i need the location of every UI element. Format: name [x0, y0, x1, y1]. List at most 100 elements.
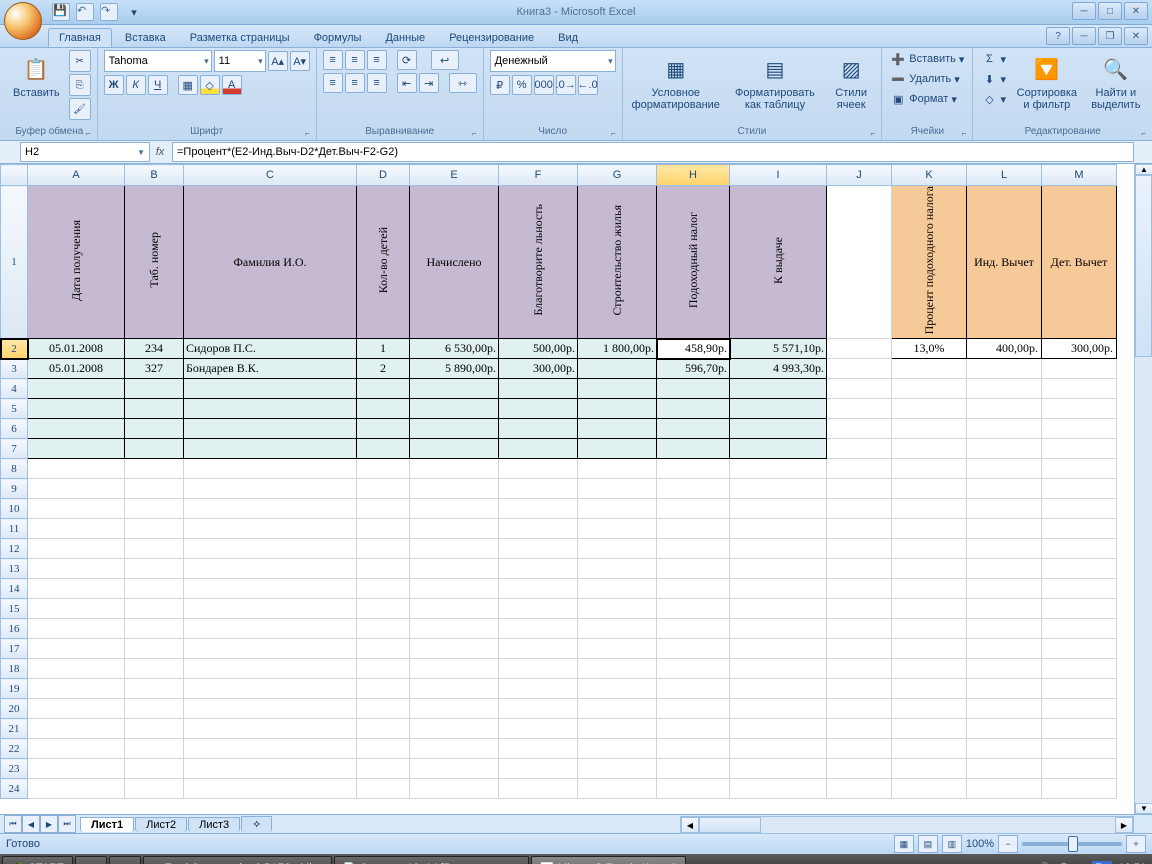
next-sheet-button[interactable]: ▶	[40, 815, 58, 833]
cell-G11[interactable]	[578, 519, 657, 539]
taskbar-item-2[interactable]: 📄 Задание 13, 14 [Режим огран…	[334, 856, 530, 864]
cell-B14[interactable]	[125, 579, 184, 599]
cell-H24[interactable]	[657, 779, 730, 799]
cell-C5[interactable]	[184, 399, 357, 419]
cell-C19[interactable]	[184, 679, 357, 699]
cell-D19[interactable]	[357, 679, 410, 699]
cell-J13[interactable]	[827, 559, 892, 579]
cell-J20[interactable]	[827, 699, 892, 719]
cell-E10[interactable]	[410, 499, 499, 519]
cell-E12[interactable]	[410, 539, 499, 559]
row-header-17[interactable]: 17	[1, 639, 28, 659]
cell-L16[interactable]	[967, 619, 1042, 639]
cell-B2[interactable]: 234	[125, 339, 184, 359]
cell-G8[interactable]	[578, 459, 657, 479]
cell-C13[interactable]	[184, 559, 357, 579]
cell-B22[interactable]	[125, 739, 184, 759]
decrease-decimal-button[interactable]: ←.0	[578, 75, 598, 95]
cell-F10[interactable]	[499, 499, 578, 519]
col-header-G[interactable]: G	[578, 165, 657, 186]
cell-E8[interactable]	[410, 459, 499, 479]
cell-M8[interactable]	[1042, 459, 1117, 479]
cell-G16[interactable]	[578, 619, 657, 639]
bold-button[interactable]: Ж	[104, 75, 124, 95]
cell-F19[interactable]	[499, 679, 578, 699]
cell-L2[interactable]: 400,00р.	[967, 339, 1042, 359]
cell-F17[interactable]	[499, 639, 578, 659]
cell-B17[interactable]	[125, 639, 184, 659]
col-header-K[interactable]: K	[892, 165, 967, 186]
cell-D12[interactable]	[357, 539, 410, 559]
cell-D22[interactable]	[357, 739, 410, 759]
cell-L19[interactable]	[967, 679, 1042, 699]
cell-F9[interactable]	[499, 479, 578, 499]
cell-H18[interactable]	[657, 659, 730, 679]
cell-D16[interactable]	[357, 619, 410, 639]
conditional-formatting-button[interactable]: ▦Условное форматирование	[629, 50, 723, 114]
cell-B6[interactable]	[125, 419, 184, 439]
cell-D21[interactable]	[357, 719, 410, 739]
paste-button[interactable]: 📋 Вставить	[8, 50, 65, 102]
save-icon[interactable]: 💾	[52, 3, 70, 21]
cell-E4[interactable]	[410, 379, 499, 399]
cell-M9[interactable]	[1042, 479, 1117, 499]
cell-E9[interactable]	[410, 479, 499, 499]
merge-center-button[interactable]: ⇿	[449, 73, 477, 93]
cell-J8[interactable]	[827, 459, 892, 479]
row-header-3[interactable]: 3	[1, 359, 28, 379]
col-header-A[interactable]: A	[28, 165, 125, 186]
cell-A22[interactable]	[28, 739, 125, 759]
zoom-slider[interactable]	[1022, 842, 1122, 846]
cell-F18[interactable]	[499, 659, 578, 679]
cell-H20[interactable]	[657, 699, 730, 719]
cell-B18[interactable]	[125, 659, 184, 679]
cell-M11[interactable]	[1042, 519, 1117, 539]
prev-sheet-button[interactable]: ◀	[22, 815, 40, 833]
cell-H14[interactable]	[657, 579, 730, 599]
cell-L22[interactable]	[967, 739, 1042, 759]
row-header-24[interactable]: 24	[1, 779, 28, 799]
cell-J14[interactable]	[827, 579, 892, 599]
cell-A5[interactable]	[28, 399, 125, 419]
cell-C24[interactable]	[184, 779, 357, 799]
row-header-2[interactable]: 2	[1, 339, 28, 359]
cell-J21[interactable]	[827, 719, 892, 739]
cell-D23[interactable]	[357, 759, 410, 779]
tab-page-layout[interactable]: Разметка страницы	[179, 28, 301, 47]
cell-A12[interactable]	[28, 539, 125, 559]
cell-H12[interactable]	[657, 539, 730, 559]
cell-B15[interactable]	[125, 599, 184, 619]
cell-J15[interactable]	[827, 599, 892, 619]
cell-J18[interactable]	[827, 659, 892, 679]
cell-B19[interactable]	[125, 679, 184, 699]
zoom-out-button[interactable]: −	[998, 835, 1018, 853]
doc-restore-button[interactable]: ❐	[1098, 27, 1122, 45]
cell-A16[interactable]	[28, 619, 125, 639]
last-sheet-button[interactable]: ⏭	[58, 815, 76, 833]
cell-F20[interactable]	[499, 699, 578, 719]
align-right-button[interactable]: ≡	[367, 73, 387, 93]
cell-B5[interactable]	[125, 399, 184, 419]
cell-K22[interactable]	[892, 739, 967, 759]
cell-B10[interactable]	[125, 499, 184, 519]
row-header-8[interactable]: 8	[1, 459, 28, 479]
cell-A6[interactable]	[28, 419, 125, 439]
cell-J9[interactable]	[827, 479, 892, 499]
zoom-in-button[interactable]: +	[1126, 835, 1146, 853]
cell-A23[interactable]	[28, 759, 125, 779]
cell-B12[interactable]	[125, 539, 184, 559]
cell-C23[interactable]	[184, 759, 357, 779]
cell-C17[interactable]	[184, 639, 357, 659]
cell-B11[interactable]	[125, 519, 184, 539]
align-bottom-button[interactable]: ≡	[367, 50, 387, 70]
col-header-H[interactable]: H	[657, 165, 730, 186]
cell-E21[interactable]	[410, 719, 499, 739]
align-top-button[interactable]: ≡	[323, 50, 343, 70]
cell-B21[interactable]	[125, 719, 184, 739]
cell-M24[interactable]	[1042, 779, 1117, 799]
cell-H5[interactable]	[657, 399, 730, 419]
cell-I5[interactable]	[730, 399, 827, 419]
cell-F3[interactable]: 300,00р.	[499, 359, 578, 379]
qat-customize-icon[interactable]: ▾	[124, 2, 144, 22]
col-header-E[interactable]: E	[410, 165, 499, 186]
